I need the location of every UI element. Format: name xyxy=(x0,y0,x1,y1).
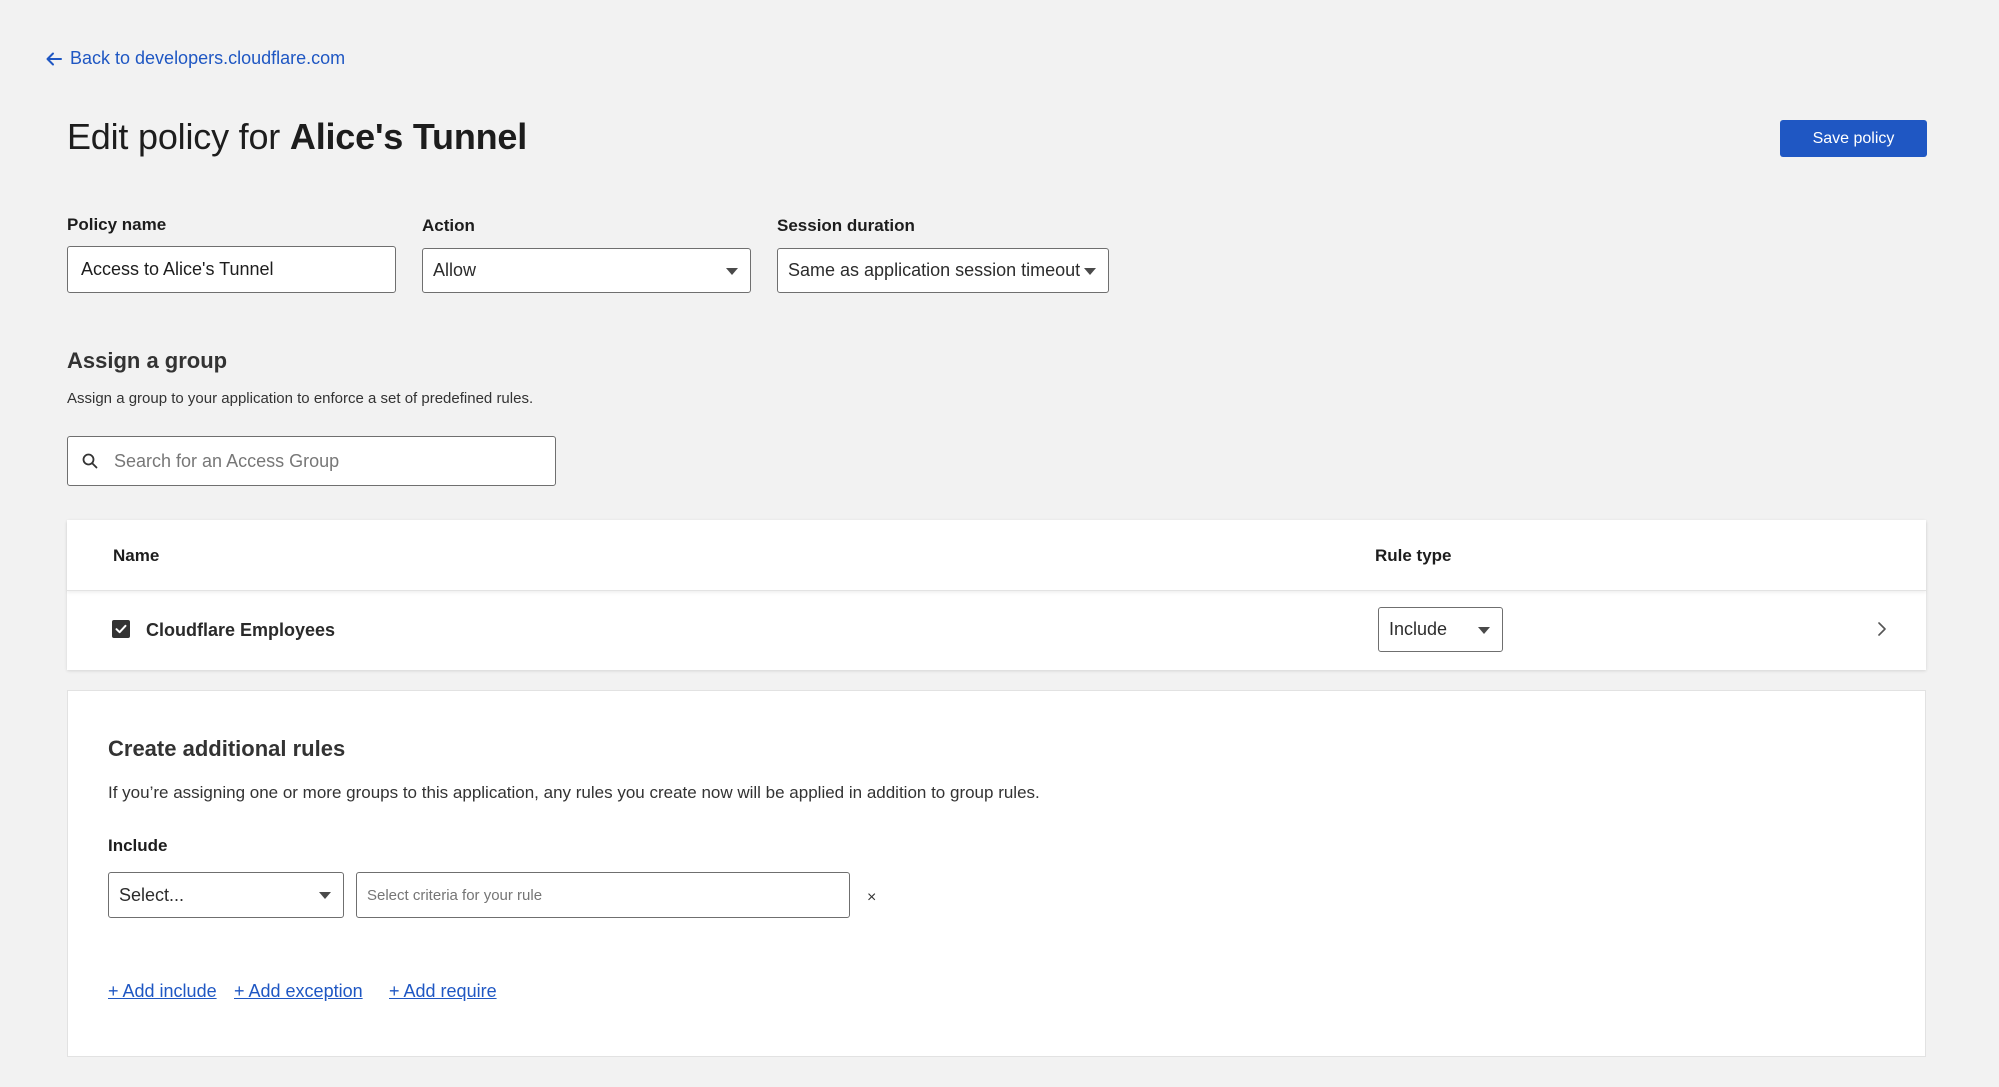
include-rule-selector[interactable]: Select... xyxy=(108,872,344,918)
checkmark-icon xyxy=(115,624,127,634)
additional-rules-description: If you’re assigning one or more groups t… xyxy=(108,783,1040,802)
include-label: Include xyxy=(108,836,168,855)
save-policy-button[interactable]: Save policy xyxy=(1780,120,1927,157)
add-exception-link[interactable]: + Add exception xyxy=(234,981,363,1002)
group-checkbox[interactable] xyxy=(112,620,130,638)
chevron-right-icon[interactable] xyxy=(1877,621,1887,637)
back-link[interactable]: Back to developers.cloudflare.com xyxy=(46,48,345,69)
groups-table: Name Rule type Cloudflare Employees Incl… xyxy=(67,520,1926,670)
session-duration-select-value: Same as application session timeout xyxy=(788,260,1081,280)
search-icon xyxy=(82,453,98,469)
page-title: Edit policy for Alice's Tunnel xyxy=(67,116,527,158)
action-select-value: Allow xyxy=(433,260,477,280)
assign-group-description: Assign a group to your application to en… xyxy=(67,390,534,407)
rule-criteria-input[interactable] xyxy=(356,872,850,918)
add-include-link[interactable]: + Add include xyxy=(108,981,217,1002)
rule-type-select-value: Include xyxy=(1389,619,1448,639)
remove-rule-button[interactable]: × xyxy=(867,889,876,907)
caret-down-icon xyxy=(1478,626,1490,634)
additional-rules-card: Create additional rules If you’re assign… xyxy=(67,690,1926,1057)
arrow-left-icon xyxy=(46,52,62,65)
column-header-rule-type: Rule type xyxy=(1375,546,1452,565)
action-select[interactable]: Allow xyxy=(422,248,751,293)
page-title-app: Alice's Tunnel xyxy=(289,116,528,157)
caret-down-icon xyxy=(319,892,331,899)
action-label: Action xyxy=(422,216,475,235)
include-rule-selector-value: Select... xyxy=(119,884,185,905)
add-require-link[interactable]: + Add require xyxy=(389,981,497,1002)
back-link-label[interactable]: Back to developers.cloudflare.com xyxy=(70,48,345,69)
caret-down-icon xyxy=(726,267,738,275)
table-header: Name Rule type xyxy=(67,520,1926,591)
session-duration-label: Session duration xyxy=(777,216,915,235)
column-header-name: Name xyxy=(113,546,160,565)
session-duration-select[interactable]: Same as application session timeout xyxy=(777,248,1109,293)
assign-group-heading: Assign a group xyxy=(67,348,228,373)
policy-name-input[interactable] xyxy=(67,246,396,293)
group-name: Cloudflare Employees xyxy=(146,620,336,640)
additional-rules-heading: Create additional rules xyxy=(108,736,346,761)
rule-type-select[interactable]: Include xyxy=(1378,607,1503,652)
access-group-search[interactable] xyxy=(67,436,556,486)
caret-down-icon xyxy=(1084,267,1096,275)
access-group-search-input[interactable] xyxy=(112,449,516,473)
policy-name-label: Policy name xyxy=(67,215,167,234)
page-title-prefix: Edit policy for xyxy=(67,116,281,157)
